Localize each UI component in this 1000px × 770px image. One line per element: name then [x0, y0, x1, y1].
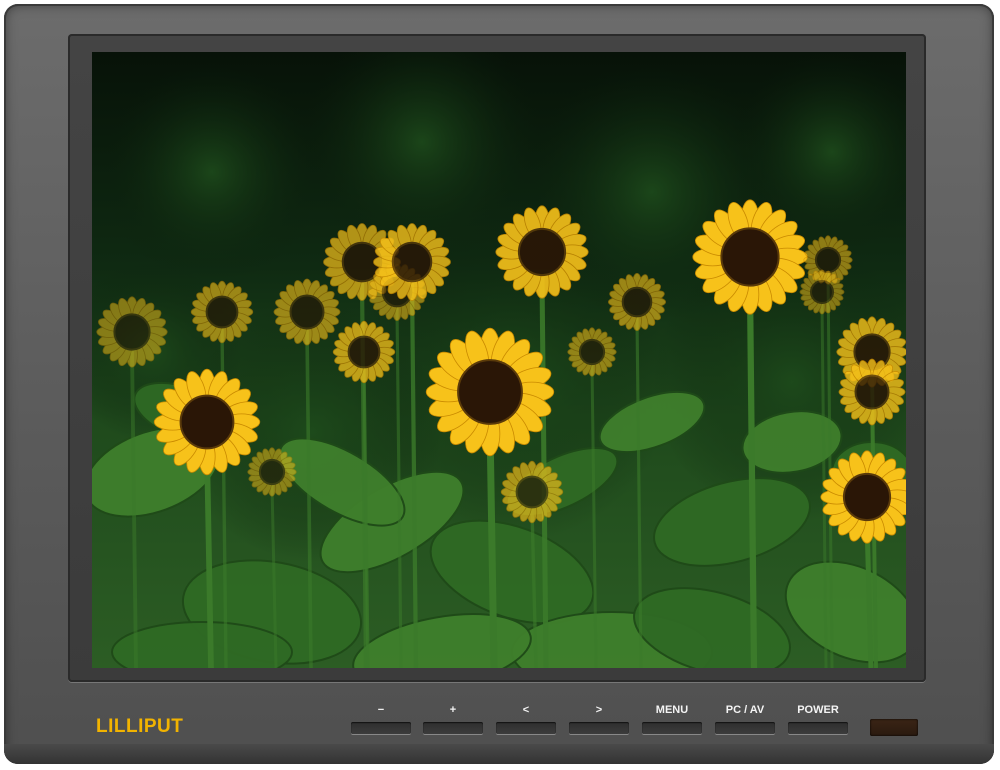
button-label-left: <	[522, 704, 530, 716]
button-label-power: POWER	[797, 704, 839, 716]
button-label-pcav: PC / AV	[725, 704, 765, 716]
sunflower-field-image	[92, 52, 906, 668]
minus-button[interactable]	[351, 722, 411, 734]
button-label-plus: +	[449, 704, 457, 716]
display-screen	[92, 52, 906, 668]
button-label-minus: −	[377, 704, 385, 716]
button-label-menu: MENU	[655, 704, 689, 716]
menu-button[interactable]	[642, 722, 702, 734]
right-button[interactable]	[569, 722, 629, 734]
monitor-bottom-edge	[4, 744, 994, 764]
pcav-button[interactable]	[715, 722, 775, 734]
left-button[interactable]	[496, 722, 556, 734]
brand-logo: LILLIPUT	[96, 716, 184, 737]
button-label-right: >	[595, 704, 603, 716]
plus-button[interactable]	[423, 722, 483, 734]
power-led-indicator	[870, 719, 918, 736]
power-button[interactable]	[788, 722, 848, 734]
